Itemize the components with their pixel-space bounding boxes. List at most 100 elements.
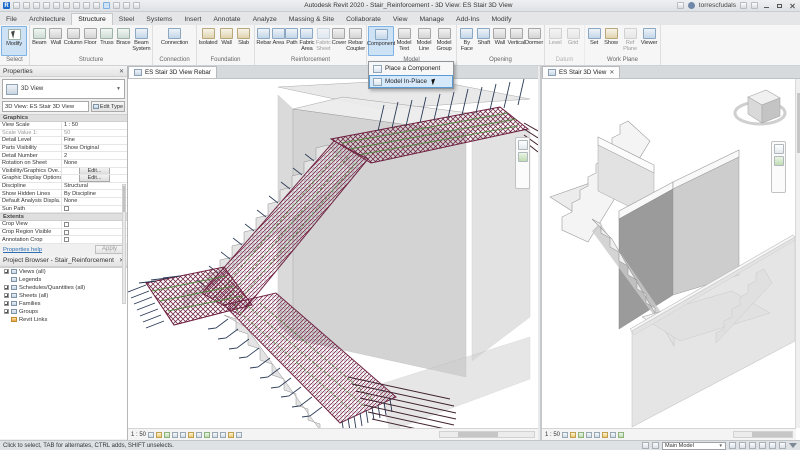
section-graphics[interactable]: Graphics xyxy=(0,114,127,122)
rebar-3d-canvas[interactable] xyxy=(128,79,538,428)
undo-icon[interactable] xyxy=(33,2,40,9)
tree-item-sheets[interactable]: Sheets (all) xyxy=(0,292,127,300)
qat-customize-icon[interactable] xyxy=(133,2,140,9)
tab-close-icon[interactable]: ✕ xyxy=(609,69,614,76)
property-row[interactable]: Visibility/Graphics Ove...Edit... xyxy=(0,168,127,176)
graphic-display-edit-button[interactable]: Edit... xyxy=(79,175,111,182)
worksharing-display-icon[interactable] xyxy=(212,432,218,438)
stair-3d-canvas[interactable] xyxy=(542,79,796,428)
show-button[interactable]: Show xyxy=(602,26,620,56)
property-row[interactable]: Graphic Display OptionsEdit... xyxy=(0,175,127,183)
steering-wheel-icon[interactable] xyxy=(518,140,528,150)
component-button[interactable]: Component xyxy=(368,26,394,56)
beam-button[interactable]: Beam xyxy=(31,26,48,56)
by-face-button[interactable]: By Face xyxy=(458,26,475,56)
navigation-bar[interactable] xyxy=(771,141,786,193)
type-selector-caret-icon[interactable]: ▼ xyxy=(116,86,121,92)
fabric-area-button[interactable]: Fabric Area xyxy=(299,26,315,56)
menu-item-place-a-component[interactable]: Place a Component xyxy=(369,62,453,75)
tree-item-views[interactable]: Views (all) xyxy=(0,268,127,276)
vertical-scrollbar[interactable] xyxy=(795,79,800,428)
redo-icon[interactable] xyxy=(43,2,50,9)
rebar-button[interactable]: Rebar xyxy=(256,26,272,56)
crop-view-checkbox[interactable] xyxy=(64,222,69,227)
text-icon[interactable] xyxy=(93,2,100,9)
crop-view-icon[interactable] xyxy=(180,432,186,438)
minimize-button[interactable] xyxy=(762,2,771,10)
wall-foundation-button[interactable]: Wall xyxy=(218,26,235,56)
set-button[interactable]: Set xyxy=(586,26,602,56)
worksets-icon[interactable] xyxy=(642,442,649,449)
temporary-hide-icon[interactable] xyxy=(610,432,616,438)
property-row[interactable]: Parts VisibilityShow Original xyxy=(0,145,127,153)
properties-palette-header[interactable]: Properties✕ xyxy=(0,66,127,77)
filter-icon[interactable] xyxy=(789,443,797,448)
rebar-coupler-button[interactable]: Rebar Coupler xyxy=(346,26,365,56)
visual-style-icon[interactable] xyxy=(156,432,162,438)
revit-logo-icon[interactable]: R xyxy=(3,2,10,9)
visual-style-icon[interactable] xyxy=(570,432,576,438)
signed-in-user[interactable]: torrescfudals xyxy=(699,2,736,9)
tree-item-schedules[interactable]: Schedules/Quantities (all) xyxy=(0,284,127,292)
help-icon[interactable] xyxy=(751,2,758,9)
view-tab-rebar[interactable]: ES Stair 3D View Rebar xyxy=(128,66,217,78)
scale-button[interactable]: 1 : 50 xyxy=(545,432,560,438)
isolated-button[interactable]: Isolated xyxy=(198,26,218,56)
truss-button[interactable]: Truss xyxy=(99,26,116,56)
properties-close-icon[interactable]: ✕ xyxy=(119,68,124,75)
section-icon[interactable] xyxy=(113,2,120,9)
expand-icon[interactable] xyxy=(4,269,9,274)
reveal-constraints-icon[interactable] xyxy=(236,432,242,438)
tree-item-legends[interactable]: Legends xyxy=(0,276,127,284)
expand-icon[interactable] xyxy=(4,285,9,290)
viewer-button[interactable]: Viewer xyxy=(640,26,658,56)
save-icon[interactable] xyxy=(23,2,30,9)
crop-region-visible-checkbox[interactable] xyxy=(64,230,69,235)
sun-path-checkbox[interactable] xyxy=(64,206,69,211)
select-pinned-icon[interactable] xyxy=(759,442,766,449)
area-button[interactable]: Area xyxy=(272,26,286,56)
user-avatar[interactable] xyxy=(688,2,695,9)
brace-button[interactable]: Brace xyxy=(115,26,132,56)
print-icon[interactable] xyxy=(53,2,60,9)
property-row[interactable]: Default Analysis Displa...None xyxy=(0,198,127,206)
tab-collaborate[interactable]: Collaborate xyxy=(340,14,387,25)
project-browser-header[interactable]: Project Browser - Stair_Reinforcement✕ xyxy=(0,256,127,267)
expand-icon[interactable] xyxy=(4,293,9,298)
reveal-hidden-icon[interactable] xyxy=(204,432,210,438)
property-row[interactable]: Crop View xyxy=(0,221,127,229)
annotation-crop-checkbox[interactable] xyxy=(64,237,69,242)
tab-modify[interactable]: Modify xyxy=(485,14,517,25)
property-row[interactable]: View Scale1 : 50 xyxy=(0,122,127,130)
app-store-icon[interactable] xyxy=(740,2,747,9)
detail-level-icon[interactable] xyxy=(148,432,154,438)
displaced-elements-icon[interactable] xyxy=(228,432,234,438)
temporary-hide-icon[interactable] xyxy=(196,432,202,438)
temporary-view-properties-icon[interactable] xyxy=(220,432,226,438)
group-label-connection[interactable]: Connection xyxy=(153,56,196,65)
apply-button[interactable]: Apply xyxy=(95,245,124,254)
detail-level-icon[interactable] xyxy=(562,432,568,438)
dormer-button[interactable]: Dormer xyxy=(525,26,543,56)
property-row[interactable]: Annotation Crop xyxy=(0,236,127,244)
default-3d-view-icon[interactable] xyxy=(103,2,110,9)
vertical-opening-button[interactable]: Vertical xyxy=(508,26,525,56)
design-option-select[interactable]: Main Model▼ xyxy=(662,442,726,450)
steering-wheel-icon[interactable] xyxy=(774,144,784,154)
zoom-icon[interactable] xyxy=(518,152,528,162)
crop-view-icon[interactable] xyxy=(594,432,600,438)
horizontal-scrollbar[interactable] xyxy=(439,431,535,438)
shadows-icon[interactable] xyxy=(172,432,178,438)
floor-button[interactable]: Floor xyxy=(82,26,99,56)
group-label-select[interactable]: Select xyxy=(0,56,29,65)
sun-path-icon[interactable] xyxy=(164,432,170,438)
edit-type-button[interactable]: Edit Type xyxy=(91,101,125,112)
property-row[interactable]: Rotation on SheetNone xyxy=(0,160,127,168)
shaft-button[interactable]: Shaft xyxy=(475,26,492,56)
scale-button[interactable]: 1 : 50 xyxy=(131,432,146,438)
tab-file[interactable]: File xyxy=(0,14,23,25)
beam-system-button[interactable]: Beam System xyxy=(132,26,151,56)
model-text-button[interactable]: Model Text xyxy=(394,26,414,56)
expand-icon[interactable] xyxy=(4,301,9,306)
tab-architecture[interactable]: Architecture xyxy=(23,14,71,25)
